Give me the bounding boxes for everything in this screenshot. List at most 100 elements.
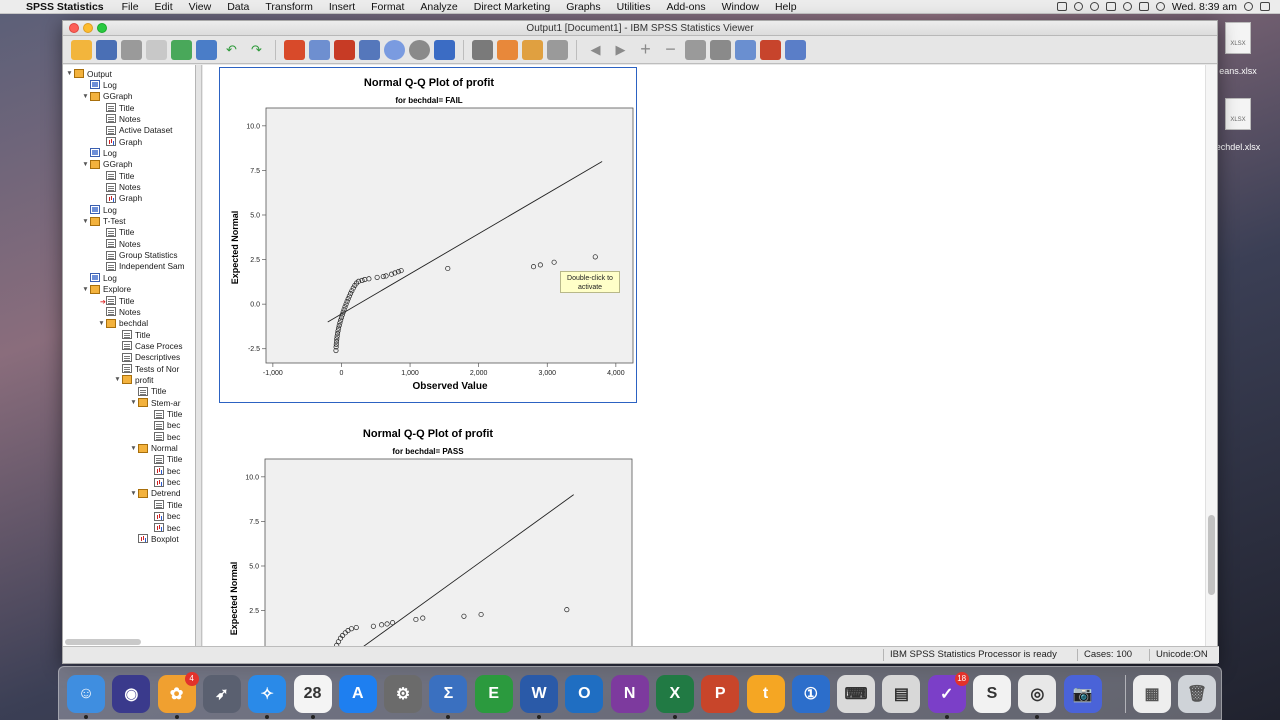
promote-arrow-left-icon[interactable]: ◀ [585,40,606,60]
outline-item-log[interactable]: Log [81,79,117,90]
outline-item-detrend[interactable]: ▼ Detrend [129,488,180,499]
create-edit-autoscript-icon[interactable] [735,39,756,60]
outline-item-notes[interactable]: Notes [97,306,141,317]
pane-splitter[interactable] [196,65,202,647]
outline-item-case-proces[interactable]: Case Proces [113,340,183,351]
hide-icon[interactable] [710,39,731,60]
info-icon[interactable] [1073,2,1083,11]
outline-item-stem-ar[interactable]: ▼ Stem-ar [129,397,180,408]
outline-item-title[interactable]: Title [113,329,150,340]
dock-evernote-icon[interactable]: E [474,675,513,713]
dock-onenote-icon[interactable]: N [610,675,649,713]
menu-window[interactable]: Window [714,1,767,13]
menu-graphs[interactable]: Graphs [558,1,608,13]
dock-launchpad-icon[interactable]: ➶ [202,675,241,713]
outline-item-normal[interactable]: ▼ Normal [129,443,177,454]
outline-item-t-test[interactable]: ▼ T-Test [81,216,125,227]
content-scroll-thumb[interactable] [1208,515,1215,595]
outline-item-title[interactable]: ➔ Title [97,295,134,307]
undo-icon[interactable]: ↶ [221,40,242,60]
menu-data[interactable]: Data [219,1,257,13]
qq-plot-fail[interactable]: Normal Q-Q Plot of profit for bechdal= FA… [219,67,637,403]
print-icon[interactable] [121,39,142,60]
outline-item-graph[interactable]: Graph [97,136,142,147]
window-zoom-button[interactable] [97,23,107,33]
outline-item-title[interactable]: Title [97,102,134,113]
menu-edit[interactable]: Edit [147,1,181,13]
output-content-pane[interactable]: Normal Q-Q Plot of profit for bechdal= FA… [203,65,1207,647]
notification-center-icon[interactable] [1260,2,1270,11]
outline-item-notes[interactable]: Notes [97,113,141,124]
dock-trash-icon[interactable]: 🗑 [1178,675,1216,713]
disclosure-triangle-icon[interactable]: ▼ [129,490,138,497]
dock-safari-icon[interactable]: ✧ [248,675,287,719]
outline-item-bec[interactable]: bec [145,522,180,533]
spelling-icon[interactable] [434,39,455,60]
outline-item-ggraph[interactable]: ▼ GGraph [81,91,132,102]
menu-add-ons[interactable]: Add-ons [658,1,713,13]
insert-title-icon[interactable] [497,39,518,60]
outline-horizontal-scrollbar[interactable] [65,639,141,645]
select-output-icon[interactable] [547,39,568,60]
save-icon[interactable] [96,39,117,60]
dock-documents-stack-icon[interactable]: ▦ [1133,675,1171,713]
goto-case-icon[interactable] [309,39,330,60]
outline-item-title[interactable]: Title [145,499,182,510]
qq-plot-pass[interactable]: Normal Q-Q Plot of profit for bechdal= PA… [219,419,637,647]
outline-item-title[interactable]: Title [145,409,182,420]
variables-icon[interactable] [359,39,380,60]
dock-excel-icon[interactable]: X [655,675,694,719]
dock-screenshot-icon[interactable]: 📷 [1063,675,1102,713]
outline-item-ggraph[interactable]: ▼ GGraph [81,159,132,170]
dock-spss-icon[interactable]: Σ [429,675,468,719]
menu-format[interactable]: Format [363,1,412,13]
goto-variable-icon[interactable] [334,39,355,60]
clock-icon[interactable] [1122,2,1132,11]
outline-item-active-dataset[interactable]: Active Dataset [97,125,173,136]
insert-text-icon[interactable] [522,39,543,60]
volume-icon[interactable] [1138,2,1149,11]
app-menu[interactable]: SPSS Statistics [22,1,114,13]
outline-item-group-statistics[interactable]: Group Statistics [97,250,178,261]
dock-finder-icon[interactable]: ☺ [67,675,105,719]
dock-word-icon[interactable]: W [520,675,558,719]
menu-help[interactable]: Help [767,1,805,13]
window-titlebar[interactable]: Output1 [Document1] - IBM SPSS Statistic… [63,21,1217,36]
dock-cashculator-icon[interactable]: ▤ [882,675,921,713]
show-icon[interactable] [685,39,706,60]
disclosure-triangle-icon[interactable]: ▼ [113,376,122,383]
outline-item-profit[interactable]: ▼ profit [113,374,153,385]
outline-item-notes[interactable]: Notes [97,182,141,193]
content-vertical-scrollbar[interactable] [1205,65,1217,647]
disclosure-triangle-icon[interactable]: ▼ [129,399,138,406]
menu-view[interactable]: View [181,1,220,13]
dock-1password-icon[interactable]: ① [791,675,830,713]
insert-heading-icon[interactable] [472,39,493,60]
outline-item-independent-sam[interactable]: Independent Sam [97,261,185,272]
outline-item-title[interactable]: Title [97,170,134,181]
run-script-icon[interactable] [760,39,781,60]
outline-item-descriptives[interactable]: Descriptives [113,352,180,363]
collapse-minus-icon[interactable]: − [660,39,681,60]
menu-insert[interactable]: Insert [321,1,363,13]
password-icon[interactable] [1089,2,1099,11]
spotlight-icon[interactable] [1244,2,1253,11]
outline-item-title[interactable]: Title [129,386,166,397]
dock-scrivener-icon[interactable]: S [973,675,1011,713]
outline-item-tests-of-nor[interactable]: Tests of Nor [113,363,179,374]
menu-direct-marketing[interactable]: Direct Marketing [466,1,558,13]
outline-item-log[interactable]: Log [81,272,117,283]
goto-data-icon[interactable] [284,39,305,60]
window-minimize-button[interactable] [83,23,93,33]
dock-taska-icon[interactable]: t [746,675,785,713]
menubar-clock[interactable]: Wed. 8:39 am [1172,1,1237,13]
dock-outlook-icon[interactable]: O [565,675,604,713]
outline-item-graph[interactable]: Graph [97,193,142,204]
dock-calendar-icon[interactable]: 28 [293,675,332,719]
recall-dialog-icon[interactable] [196,39,217,60]
expand-plus-icon[interactable]: + [635,39,656,60]
outline-item-log[interactable]: Log [81,147,117,158]
redo-icon[interactable]: ↷ [246,40,267,60]
window-close-button[interactable] [69,23,79,33]
wifi-icon[interactable] [1155,2,1165,11]
